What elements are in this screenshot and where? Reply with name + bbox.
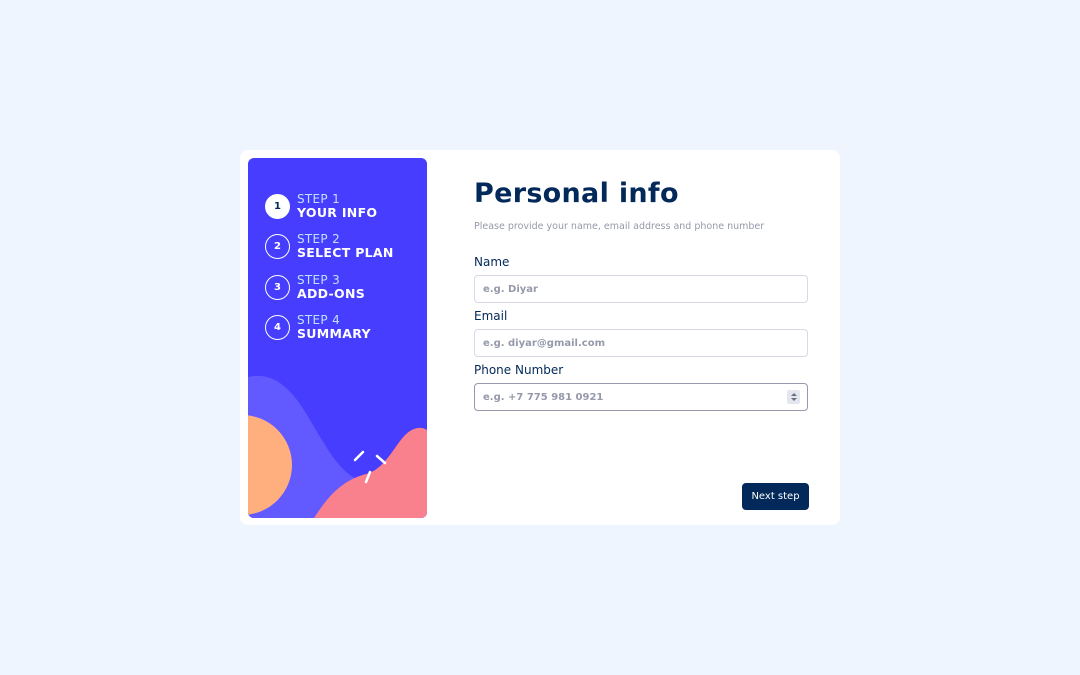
step-1-number: 1 <box>265 193 290 219</box>
step-4[interactable]: 4 STEP 4 SUMMARY <box>265 313 371 341</box>
chevron-up-icon[interactable] <box>790 393 797 396</box>
form-card: 1 STEP 1 YOUR INFO 2 STEP 2 SELECT PLAN … <box>240 150 840 525</box>
step-2-number: 2 <box>265 233 290 259</box>
step-3-title: ADD-ONS <box>297 286 366 301</box>
phone-label: Phone Number <box>474 363 564 377</box>
step-2-label: STEP 2 <box>297 232 341 246</box>
step-1[interactable]: 1 STEP 1 YOUR INFO <box>265 192 377 220</box>
step-1-label: STEP 1 <box>297 192 341 206</box>
chevron-down-icon[interactable] <box>790 398 797 401</box>
step-4-title: SUMMARY <box>297 326 371 341</box>
step-2[interactable]: 2 STEP 2 SELECT PLAN <box>265 232 394 260</box>
email-label: Email <box>474 309 508 323</box>
name-input[interactable] <box>474 275 808 303</box>
step-3-number: 3 <box>265 274 290 300</box>
steps-sidebar: 1 STEP 1 YOUR INFO 2 STEP 2 SELECT PLAN … <box>248 158 427 518</box>
phone-input[interactable] <box>474 383 808 411</box>
email-input[interactable] <box>474 329 808 357</box>
step-4-number: 4 <box>265 314 290 340</box>
page-description: Please provide your name, email address … <box>474 221 765 232</box>
page-title: Personal info <box>474 178 679 209</box>
step-2-title: SELECT PLAN <box>297 245 394 260</box>
step-4-label: STEP 4 <box>297 313 341 327</box>
phone-spinner-icon[interactable] <box>787 390 800 404</box>
step-1-title: YOUR INFO <box>297 205 378 220</box>
step-3-label: STEP 3 <box>297 273 341 287</box>
step-3[interactable]: 3 STEP 3 ADD-ONS <box>265 273 365 301</box>
form-main: Personal info Please provide your name, … <box>474 150 809 525</box>
next-step-button[interactable]: Next step <box>742 483 809 510</box>
name-label: Name <box>474 255 510 269</box>
